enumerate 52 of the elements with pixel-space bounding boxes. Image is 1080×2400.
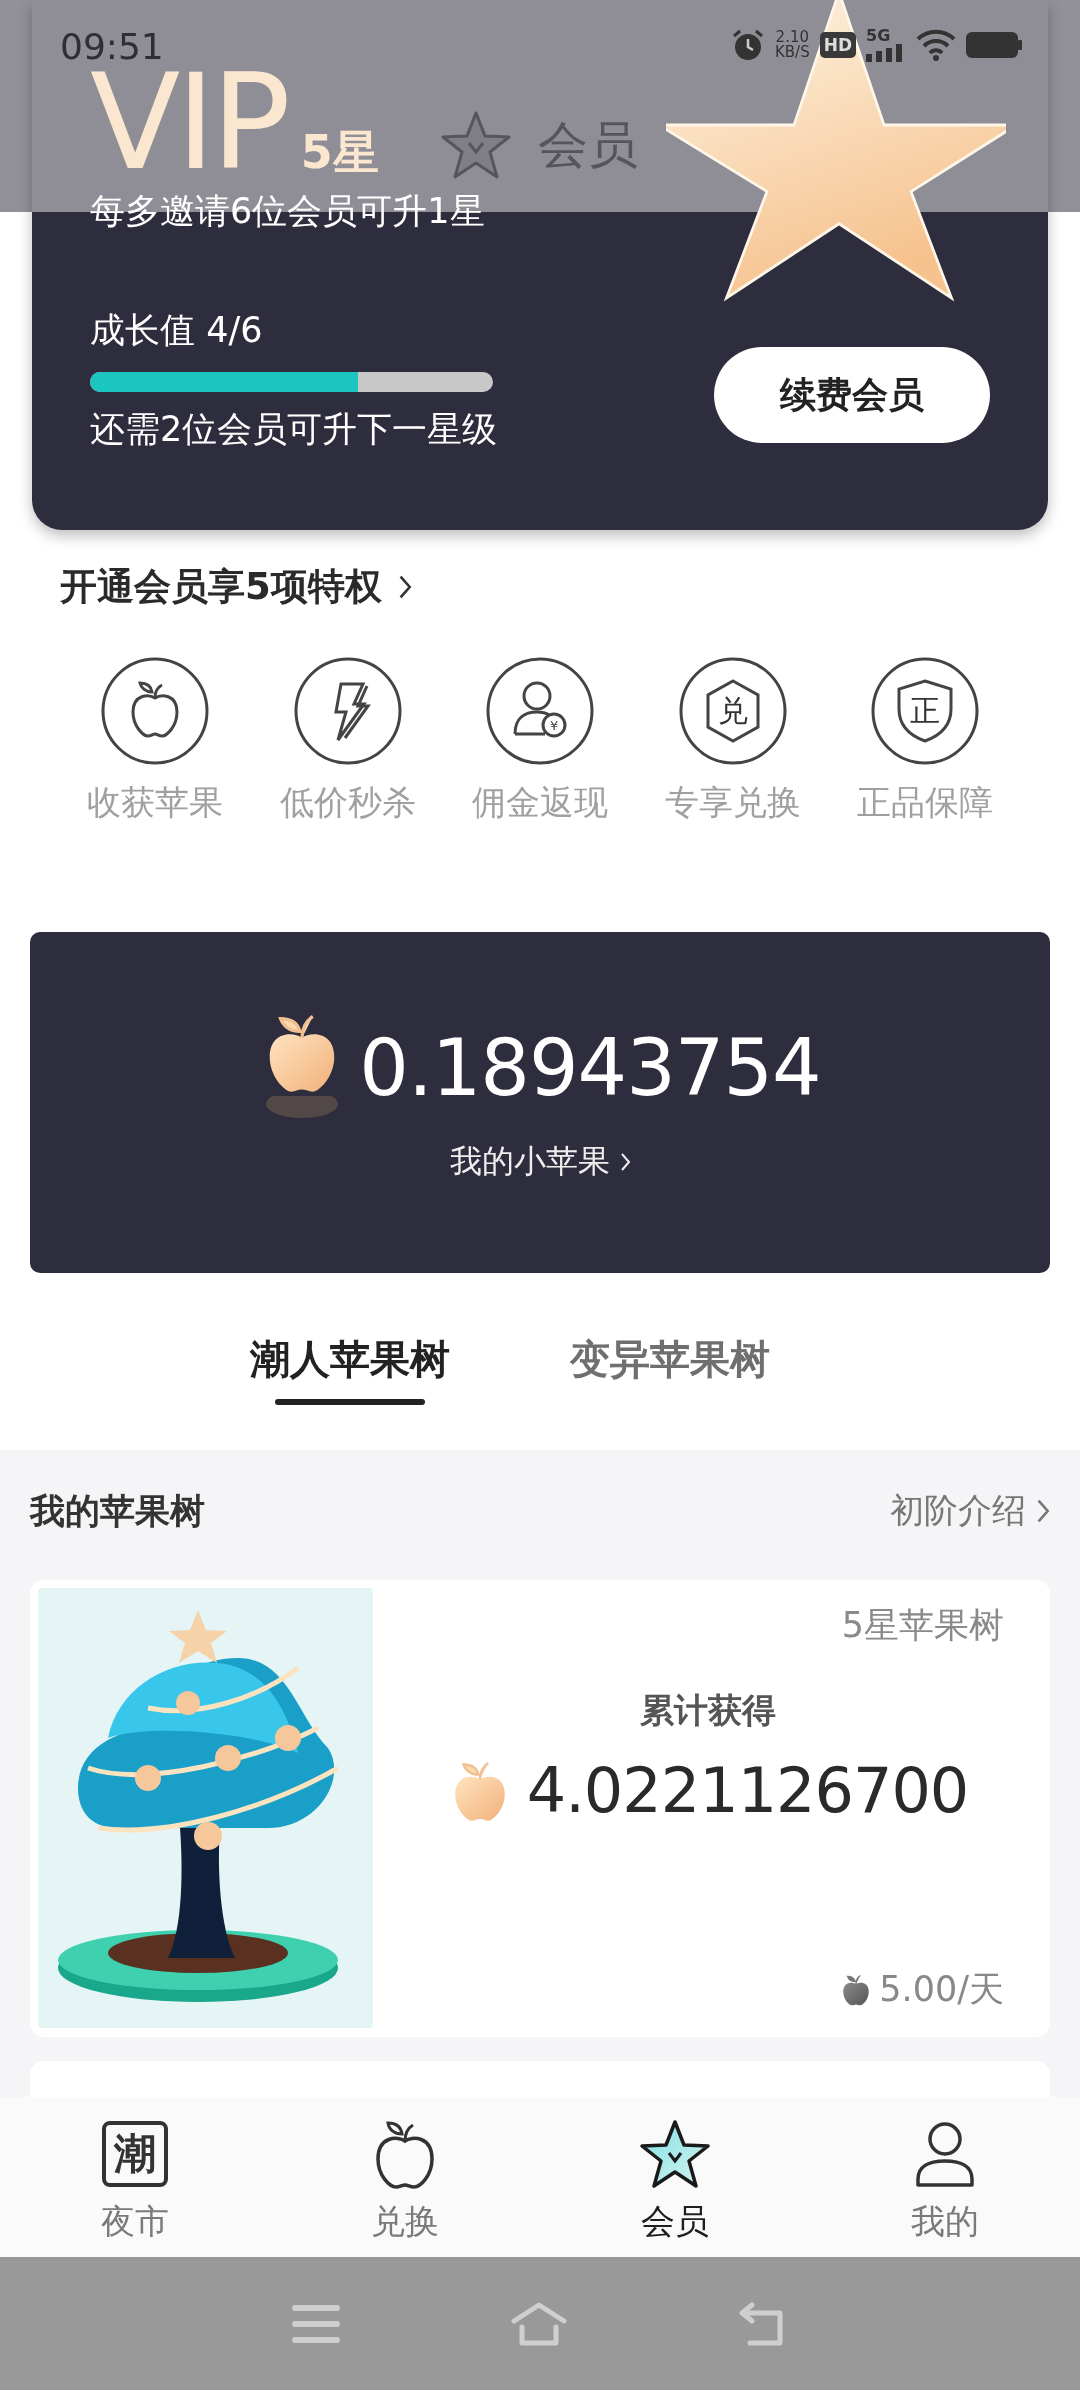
tide-icon: 潮 [102,2121,168,2187]
alarm-icon [730,28,765,62]
privileges-title[interactable]: 开通会员享5项特权 [60,562,382,612]
total-label: 累计获得 [639,1689,776,1732]
nav-tab[interactable]: 兑换 [330,2119,480,2245]
status-time: 09:51 [60,26,164,67]
bolt-icon [292,656,403,766]
battery-icon [966,31,1022,59]
speed-unit: KB/S [774,45,810,60]
star-icon [440,110,512,180]
total-apples: 4.0221126700 [526,1754,969,1827]
privilege-label: 收获苹果 [87,781,224,824]
daily-rate: 5.00/天 [879,1968,1004,2011]
wifi-icon [916,29,956,61]
apple-icon [100,656,211,766]
intro-link[interactable]: 初阶介绍 [889,1488,1026,1534]
nav-tab[interactable]: 我的 [870,2119,1020,2245]
coin-icon [541,712,567,738]
star-icon [639,2119,711,2189]
chevron-icon [619,1152,631,1172]
my-apples-link[interactable]: 我的小苹果 [449,1140,610,1184]
icon-glyph: 兑 [717,694,748,728]
star-level: 5星 [300,124,379,181]
nav-tab[interactable]: 潮 夜市 [60,2119,210,2245]
upgrade-hint: 还需2位会员可升下一星级 [90,408,498,451]
network-type: 5G [866,28,891,44]
page-title: 会员 [538,114,638,176]
home-icon[interactable] [510,2300,568,2347]
vip-title: VIP [90,66,287,178]
invite-rule: 每多邀请6位会员可升1星 [90,190,486,233]
nav-tab[interactable]: 会员 [600,2119,750,2245]
icon-glyph: ¥ [549,717,560,733]
privilege-label: 正品保障 [857,781,994,824]
network-speed: 2.10 [775,30,809,45]
renew-button[interactable]: 续费会员 [714,347,990,443]
privilege-label: 低价秒杀 [279,781,416,824]
privilege-label: 佣金返现 [472,781,609,824]
chevron-icon [397,574,413,600]
tree-tab[interactable]: 变异苹果树 [560,1313,780,1405]
hd-badge: HD [819,32,856,58]
tree-grade: 5星苹果树 [841,1604,1004,1647]
tree-tab[interactable]: 潮人苹果树 [240,1313,460,1405]
person-icon [914,2119,976,2189]
apple-icon [374,2119,436,2189]
menu-icon[interactable] [292,2303,340,2344]
icon-glyph: 正 [910,694,941,728]
growth-label: 成长值 4/6 [90,309,264,352]
apple-balance: 0.18943754 [359,1023,821,1113]
person-icon [513,681,552,736]
privilege-label: 专享兑换 [664,781,801,824]
chevron-icon [1035,1498,1050,1524]
section-title: 我的苹果树 [30,1489,205,1533]
